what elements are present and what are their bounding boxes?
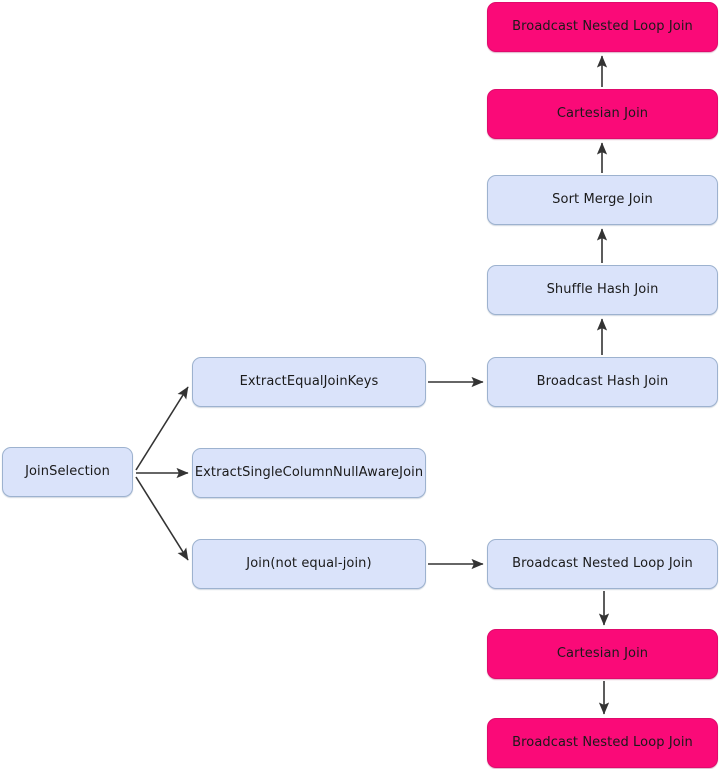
node-label: ExtractSingleColumnNullAwareJoin xyxy=(194,464,424,480)
node-join-selection[interactable]: JoinSelection xyxy=(2,447,133,497)
node-shuffle-hash-join[interactable]: Shuffle Hash Join xyxy=(487,265,718,315)
node-label: Sort Merge Join xyxy=(552,191,653,207)
node-broadcast-nested-loop-join-top[interactable]: Broadcast Nested Loop Join xyxy=(487,2,718,52)
node-broadcast-nested-loop-join-bottom[interactable]: Broadcast Nested Loop Join xyxy=(487,718,718,768)
edge-js-to-jnej xyxy=(135,476,189,561)
node-label: Broadcast Hash Join xyxy=(536,373,669,389)
node-extract-equal-join-keys[interactable]: ExtractEqualJoinKeys xyxy=(192,357,426,407)
node-cartesian-join-top[interactable]: Cartesian Join xyxy=(487,89,718,139)
node-label: Shuffle Hash Join xyxy=(546,281,659,297)
node-label: Join(not equal-join) xyxy=(246,555,372,571)
node-label: Cartesian Join xyxy=(556,645,649,661)
join-selection-diagram: JoinSelection ExtractEqualJoinKeys Extract… xyxy=(0,0,720,769)
node-label: Broadcast Nested Loop Join xyxy=(512,555,693,571)
node-sort-merge-join[interactable]: Sort Merge Join xyxy=(487,175,718,225)
node-extract-single-column-null-aware-join[interactable]: ExtractSingleColumnNullAwareJoin xyxy=(192,448,426,498)
node-cartesian-join-bottom[interactable]: Cartesian Join xyxy=(487,629,718,679)
node-label: Broadcast Nested Loop Join xyxy=(512,734,693,750)
node-broadcast-nested-loop-join-mid[interactable]: Broadcast Nested Loop Join xyxy=(487,539,718,589)
node-label: Cartesian Join xyxy=(556,105,649,121)
node-label: Broadcast Nested Loop Join xyxy=(512,18,693,34)
node-broadcast-hash-join[interactable]: Broadcast Hash Join xyxy=(487,357,718,407)
node-label: JoinSelection xyxy=(25,463,110,479)
node-label: ExtractEqualJoinKeys xyxy=(239,373,379,389)
node-join-not-equal-join[interactable]: Join(not equal-join) xyxy=(192,539,426,589)
edge-js-to-eejk xyxy=(135,386,189,471)
